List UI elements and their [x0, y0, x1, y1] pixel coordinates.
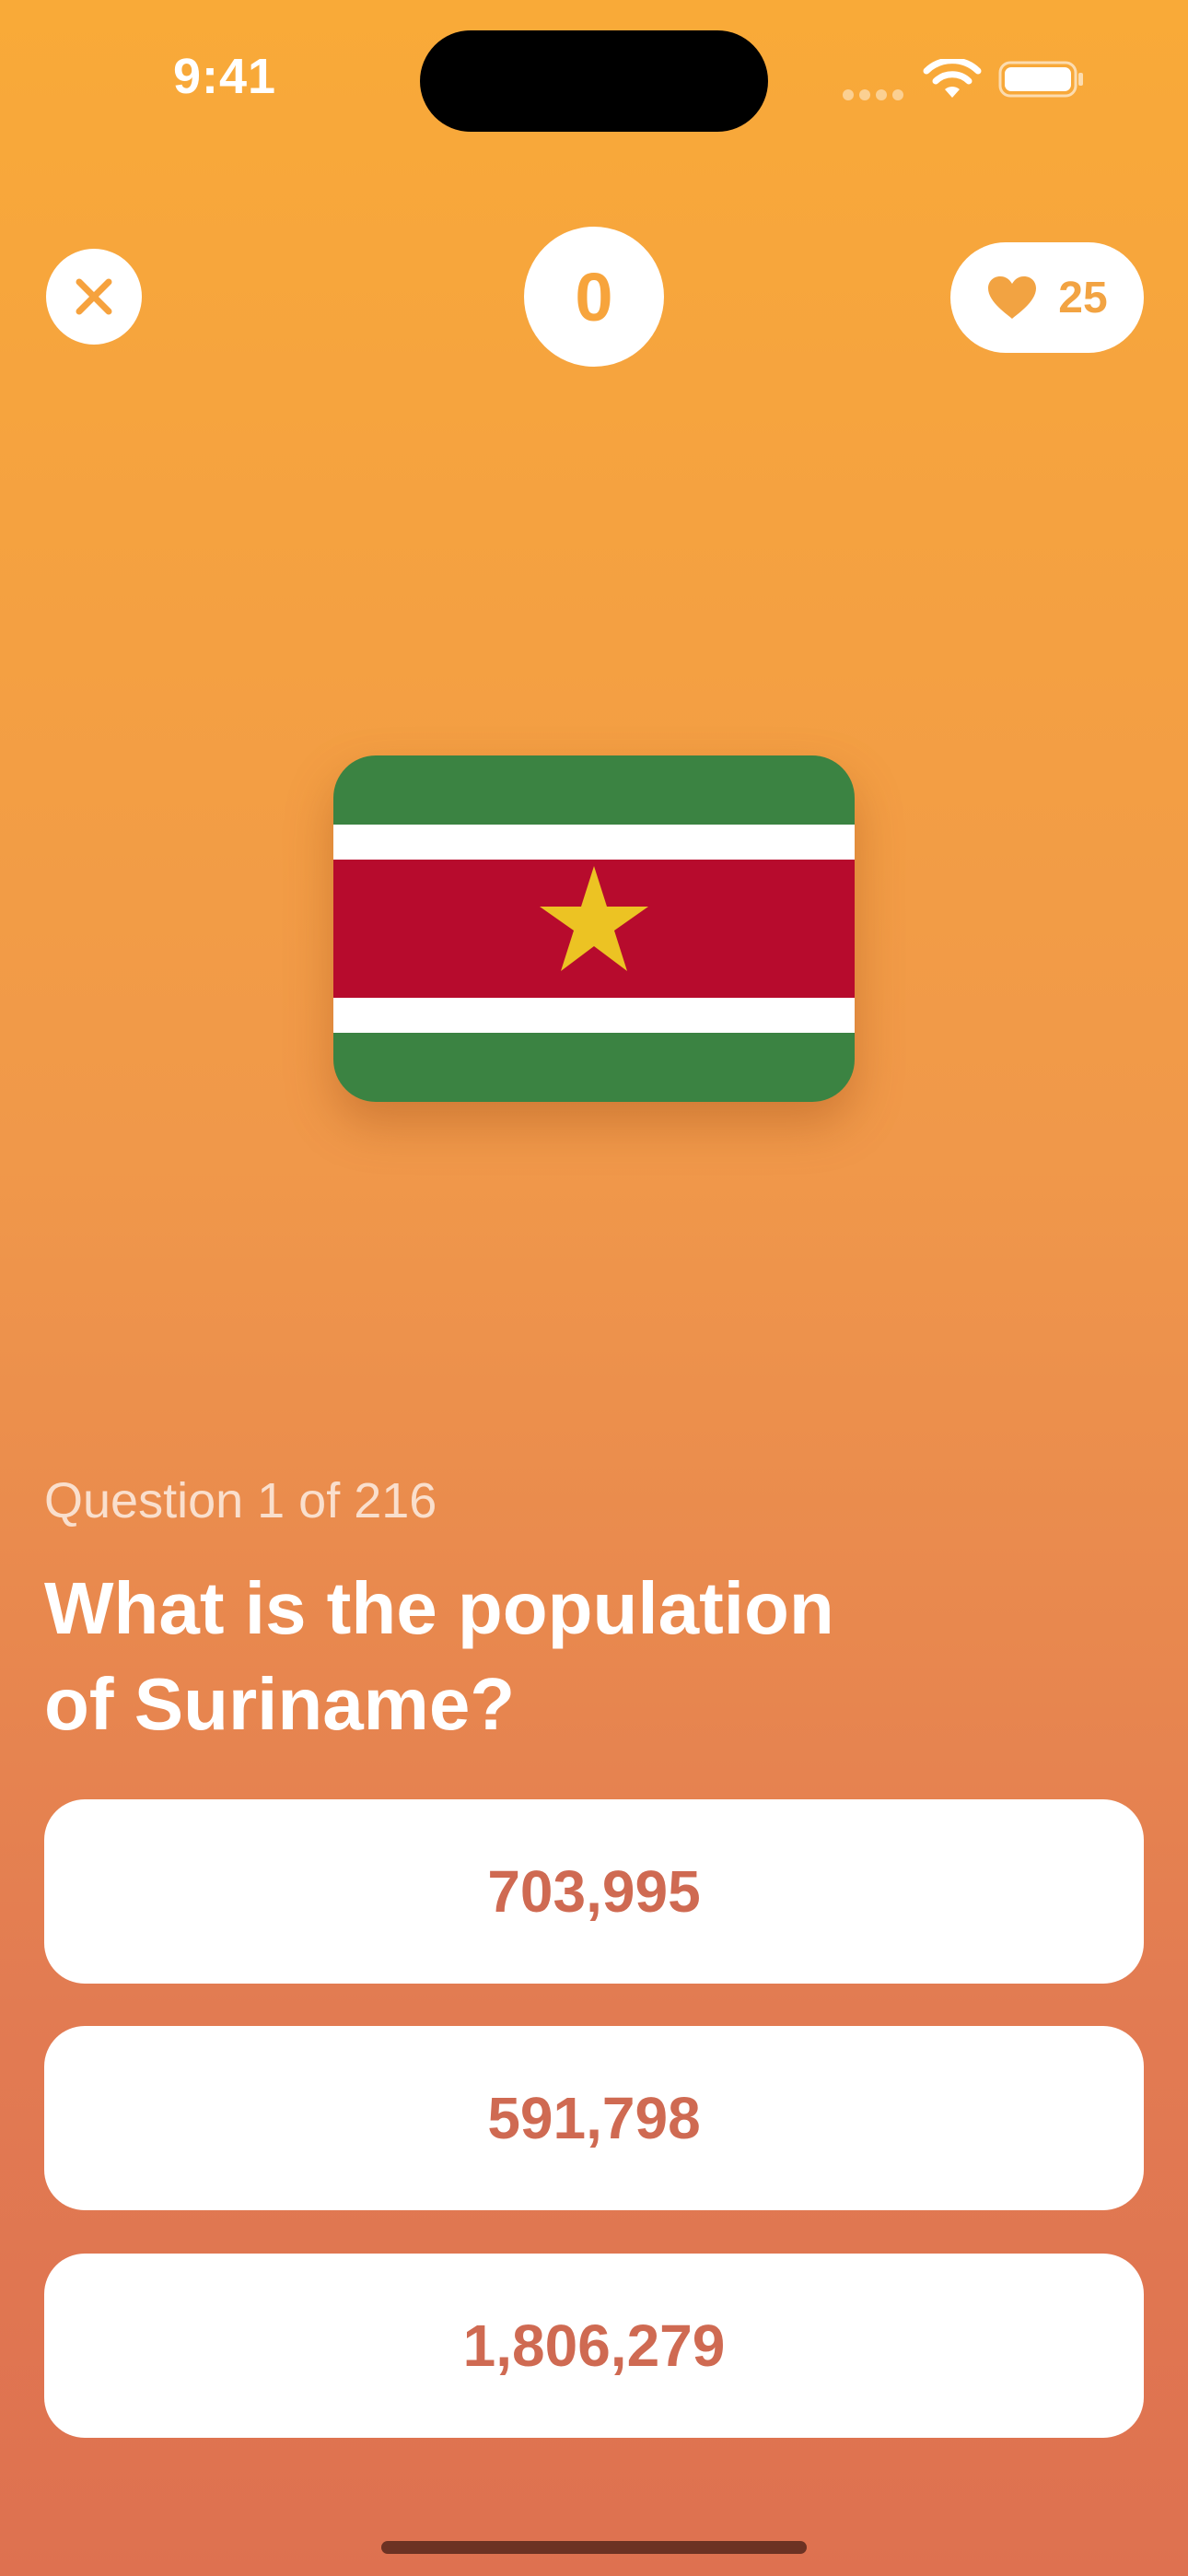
battery-icon	[998, 61, 1083, 98]
answer-option-3[interactable]: 1,806,279	[44, 2254, 1144, 2438]
flag-image	[333, 755, 855, 1102]
answer-option-2[interactable]: 591,798	[44, 2026, 1144, 2210]
close-icon	[76, 278, 112, 315]
question-line-1: What is the population	[44, 1567, 834, 1649]
answer-option-1[interactable]: 703,995	[44, 1799, 1144, 1984]
cellular-signal-icon	[843, 89, 903, 100]
wifi-icon	[923, 59, 982, 98]
answer-label: 1,806,279	[462, 2313, 726, 2379]
question-counter: Question 1 of 216	[44, 1473, 437, 1528]
close-button[interactable]	[46, 249, 142, 345]
answer-label: 591,798	[487, 2085, 701, 2151]
answer-label: 703,995	[487, 1858, 701, 1925]
status-time: 9:41	[173, 49, 277, 104]
question-line-2: of Suriname?	[44, 1663, 516, 1745]
score-counter: 0	[524, 227, 664, 367]
suriname-flag	[333, 755, 855, 1102]
home-indicator[interactable]	[381, 2541, 807, 2554]
heart-icon	[988, 276, 1037, 319]
lives-badge: 25	[950, 242, 1144, 353]
dynamic-island	[420, 30, 768, 132]
question-text: What is the population of Suriname?	[44, 1561, 910, 1752]
lives-count: 25	[1058, 273, 1108, 322]
